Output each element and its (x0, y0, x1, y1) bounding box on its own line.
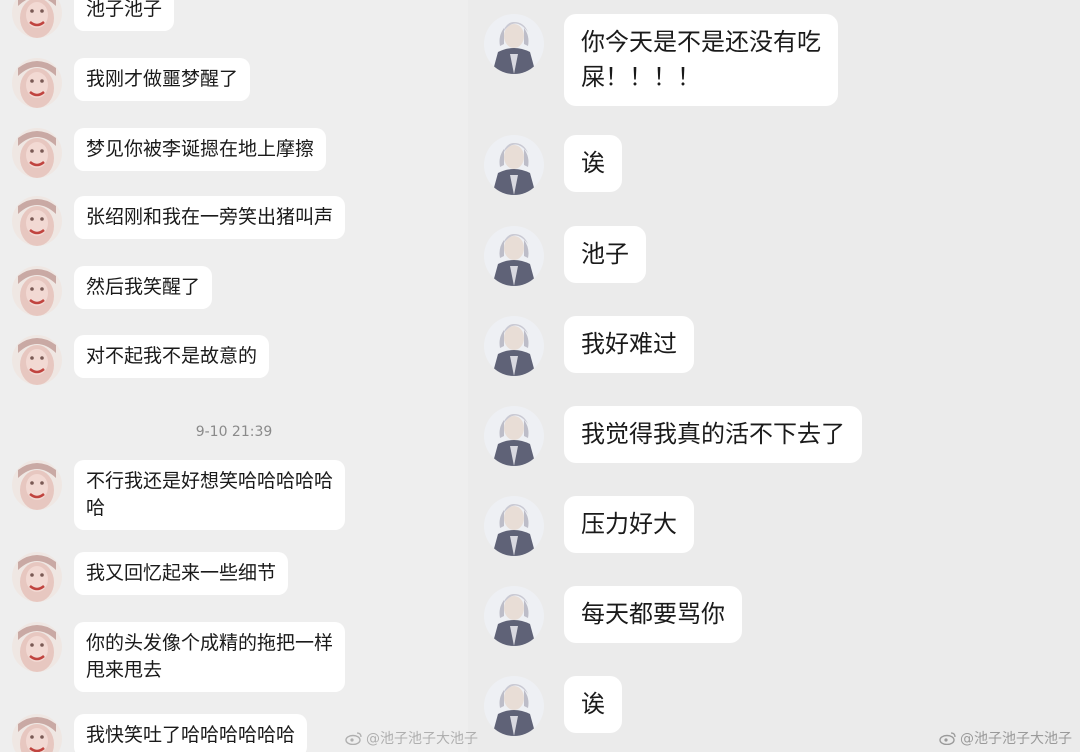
watermark: @池子池子大池子 (939, 728, 1072, 748)
message-bubble[interactable]: 不行我还是好想笑哈哈哈哈哈 哈 (74, 460, 346, 530)
message-row: 对不起我不是故意的 (12, 335, 270, 385)
message-row: 诶 (484, 676, 622, 736)
message-bubble[interactable]: 压力好大 (564, 496, 694, 553)
message-row: 压力好大 (484, 496, 694, 556)
message-row: 每天都要骂你 (484, 586, 742, 646)
message-row: 你今天是不是还没有吃 屎！！！！ (484, 14, 838, 106)
message-row: 梦见你被李诞摁在地上摩擦 (12, 128, 327, 178)
left-chat-panel: 池子池子 我刚才做噩梦醒了 梦见你被李诞摁在地上摩擦 张绍刚和我在一旁笑出猪叫声… (0, 0, 468, 752)
avatar[interactable] (12, 622, 62, 672)
avatar[interactable] (12, 552, 62, 602)
message-bubble[interactable]: 诶 (564, 676, 622, 733)
message-bubble[interactable]: 每天都要骂你 (564, 586, 742, 643)
message-bubble[interactable]: 张绍刚和我在一旁笑出猪叫声 (74, 196, 346, 239)
watermark: @池子池子大池子 (345, 728, 478, 748)
avatar[interactable] (484, 406, 544, 466)
message-bubble[interactable]: 对不起我不是故意的 (74, 335, 270, 378)
watermark-text: @池子池子大池子 (366, 731, 478, 747)
message-bubble[interactable]: 你的头发像个成精的拖把一样 甩来甩去 (74, 622, 346, 692)
avatar[interactable] (12, 128, 62, 178)
message-bubble[interactable]: 池子 (564, 226, 646, 283)
message-row: 池子 (484, 226, 646, 286)
avatar[interactable] (12, 58, 62, 108)
message-row: 张绍刚和我在一旁笑出猪叫声 (12, 196, 346, 246)
chat-timestamp: 9-10 21:39 (195, 424, 273, 440)
message-row: 然后我笑醒了 (12, 266, 213, 316)
avatar[interactable] (484, 14, 544, 74)
weibo-logo-icon (345, 731, 363, 746)
message-bubble[interactable]: 池子池子 (74, 0, 175, 31)
avatar[interactable] (484, 226, 544, 286)
message-bubble[interactable]: 然后我笑醒了 (74, 266, 213, 309)
message-bubble[interactable]: 我又回忆起来一些细节 (74, 552, 289, 595)
message-row: 我觉得我真的活不下去了 (484, 406, 862, 466)
watermark-text: @池子池子大池子 (960, 731, 1072, 747)
message-row: 诶 (484, 135, 622, 195)
avatar[interactable] (12, 266, 62, 316)
avatar[interactable] (484, 496, 544, 556)
weibo-logo-icon (939, 731, 957, 746)
avatar[interactable] (12, 335, 62, 385)
message-row: 你的头发像个成精的拖把一样 甩来甩去 (12, 622, 346, 692)
message-row: 我刚才做噩梦醒了 (12, 58, 251, 108)
avatar[interactable] (12, 714, 62, 752)
message-row: 我好难过 (484, 316, 694, 376)
avatar[interactable] (484, 676, 544, 736)
message-bubble[interactable]: 我好难过 (564, 316, 694, 373)
avatar[interactable] (484, 316, 544, 376)
avatar[interactable] (484, 135, 544, 195)
message-row: 我快笑吐了哈哈哈哈哈哈 (12, 714, 308, 752)
message-bubble[interactable]: 我刚才做噩梦醒了 (74, 58, 251, 101)
right-chat-panel: 你今天是不是还没有吃 屎！！！！ 诶 池子 我好难过 我觉得我真的活不下去了 压… (468, 0, 1080, 752)
avatar[interactable] (12, 460, 62, 510)
message-bubble[interactable]: 你今天是不是还没有吃 屎！！！！ (564, 14, 838, 106)
message-row: 不行我还是好想笑哈哈哈哈哈 哈 (12, 460, 346, 530)
message-bubble[interactable]: 梦见你被李诞摁在地上摩擦 (74, 128, 327, 171)
message-row: 池子池子 (12, 0, 175, 38)
message-bubble[interactable]: 我觉得我真的活不下去了 (564, 406, 862, 463)
avatar[interactable] (484, 586, 544, 646)
avatar[interactable] (12, 196, 62, 246)
message-bubble[interactable]: 诶 (564, 135, 622, 192)
message-row: 我又回忆起来一些细节 (12, 552, 289, 602)
message-bubble[interactable]: 我快笑吐了哈哈哈哈哈哈 (74, 714, 308, 752)
avatar[interactable] (12, 0, 62, 38)
